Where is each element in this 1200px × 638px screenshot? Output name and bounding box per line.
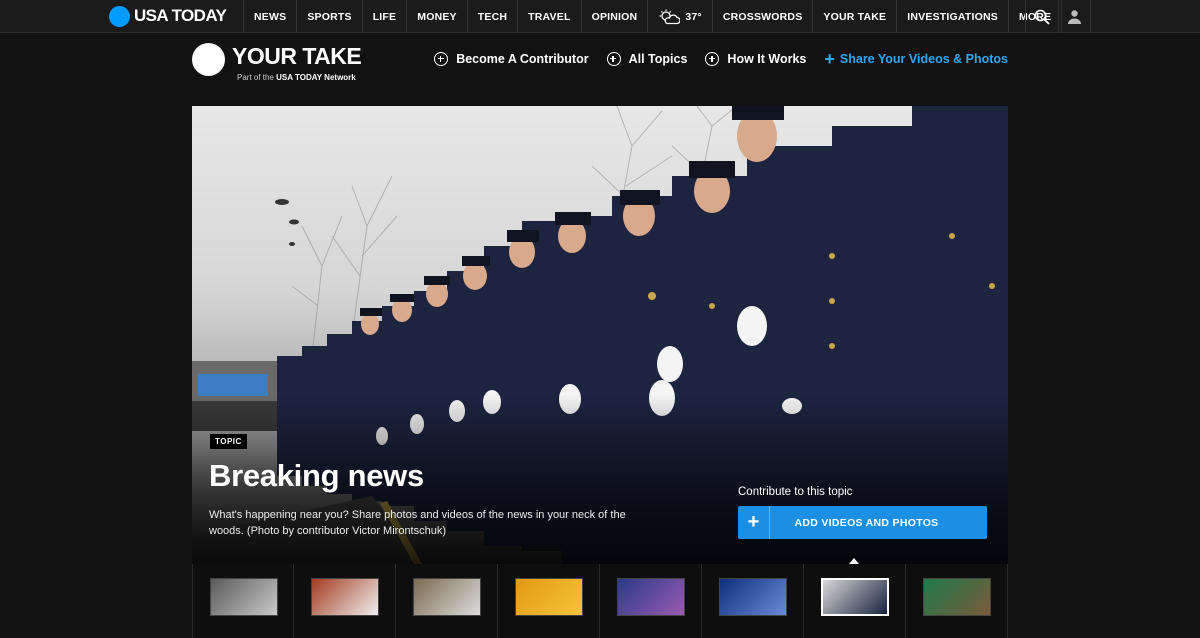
all-topics-link[interactable]: All Topics bbox=[606, 52, 688, 66]
topic-thumbnail[interactable] bbox=[192, 564, 294, 638]
search-icon bbox=[1034, 9, 1050, 25]
nav-money[interactable]: MONEY bbox=[406, 0, 467, 33]
topic-thumbnail[interactable] bbox=[600, 564, 702, 638]
section-nav: NEWS SPORTS LIFE MONEY TECH TRAVEL OPINI… bbox=[243, 0, 1063, 33]
partly-cloudy-icon bbox=[659, 9, 681, 24]
thumbnail-image bbox=[617, 578, 685, 616]
topic-thumbnail[interactable] bbox=[294, 564, 396, 638]
how-it-works-link[interactable]: How It Works bbox=[705, 52, 806, 66]
become-contributor-link[interactable]: Become A Contributor bbox=[434, 52, 589, 66]
network-tagline-prefix: Part of the bbox=[237, 73, 274, 82]
nav-tools bbox=[1025, 0, 1091, 33]
topic-badge: TOPIC bbox=[210, 434, 247, 449]
thumbnail-image bbox=[719, 578, 787, 616]
nav-news[interactable]: NEWS bbox=[243, 0, 296, 33]
weather-temperature: 37° bbox=[685, 10, 702, 23]
topic-thumbnail[interactable] bbox=[498, 564, 600, 638]
how-it-works-label: How It Works bbox=[727, 52, 807, 66]
become-contributor-label: Become A Contributor bbox=[456, 52, 589, 66]
network-tagline-name: USA TODAY Network bbox=[276, 73, 356, 82]
topic-description: What's happening near you? Share photos … bbox=[209, 509, 626, 537]
share-videos-photos-link[interactable]: + Share Your Videos & Photos bbox=[824, 49, 1008, 69]
your-take-title: YOUR TAKE bbox=[232, 43, 362, 69]
your-take-nav: Become A Contributor All Topics How It W… bbox=[434, 49, 1008, 69]
plus-icon: + bbox=[738, 506, 770, 539]
topic-thumbnail[interactable] bbox=[804, 564, 906, 638]
network-tagline: Part of the USA TODAY Network bbox=[237, 73, 356, 82]
topic-title: Breaking news bbox=[209, 458, 424, 493]
thumbnail-image bbox=[923, 578, 991, 616]
hero-banner: TOPIC Breaking news What's happening nea… bbox=[192, 106, 1008, 564]
user-account-button[interactable] bbox=[1058, 0, 1091, 33]
circle-plus-icon bbox=[606, 52, 621, 66]
thumbnail-image bbox=[311, 578, 379, 616]
plus-icon: + bbox=[824, 49, 835, 69]
topic-thumbnail[interactable] bbox=[702, 564, 804, 638]
circle-plus-icon bbox=[705, 52, 720, 66]
topic-thumbnail-strip bbox=[192, 564, 1008, 638]
topic-thumbnail[interactable] bbox=[396, 564, 498, 638]
thumbnail-image bbox=[413, 578, 481, 616]
circle-plus-icon bbox=[434, 52, 449, 66]
nav-travel[interactable]: TRAVEL bbox=[517, 0, 580, 33]
usa-today-logo[interactable]: USA TODAY bbox=[109, 4, 227, 28]
thumbnail-image bbox=[821, 578, 889, 616]
top-navigation-bar: USA TODAY NEWS SPORTS LIFE MONEY TECH TR… bbox=[0, 0, 1200, 33]
logo-text: USA TODAY bbox=[134, 6, 227, 25]
nav-weather[interactable]: 37° bbox=[647, 0, 711, 33]
all-topics-label: All Topics bbox=[628, 52, 688, 66]
search-button[interactable] bbox=[1025, 0, 1058, 33]
add-videos-photos-button[interactable]: + ADD VIDEOS AND PHOTOS bbox=[738, 506, 987, 539]
nav-opinion[interactable]: OPINION bbox=[580, 0, 648, 33]
logo-dot bbox=[109, 5, 130, 27]
nav-investigations[interactable]: INVESTIGATIONS bbox=[896, 0, 1008, 33]
nav-sports[interactable]: SPORTS bbox=[296, 0, 361, 33]
thumbnail-image bbox=[210, 578, 278, 616]
nav-tech[interactable]: TECH bbox=[466, 0, 517, 33]
nav-life[interactable]: LIFE bbox=[361, 0, 407, 33]
nav-crosswords[interactable]: CROSSWORDS bbox=[711, 0, 813, 33]
nav-your-take[interactable]: YOUR TAKE bbox=[812, 0, 896, 33]
share-videos-photos-label: Share Your Videos & Photos bbox=[839, 52, 1008, 66]
topic-thumbnail[interactable] bbox=[906, 564, 1008, 638]
thumbnail-image bbox=[515, 578, 583, 616]
add-videos-photos-label: ADD VIDEOS AND PHOTOS bbox=[794, 516, 939, 529]
your-take-circle-icon bbox=[192, 43, 225, 76]
contribute-label: Contribute to this topic bbox=[738, 486, 853, 498]
your-take-logo[interactable]: YOUR TAKE bbox=[192, 43, 362, 76]
user-icon bbox=[1068, 10, 1081, 24]
